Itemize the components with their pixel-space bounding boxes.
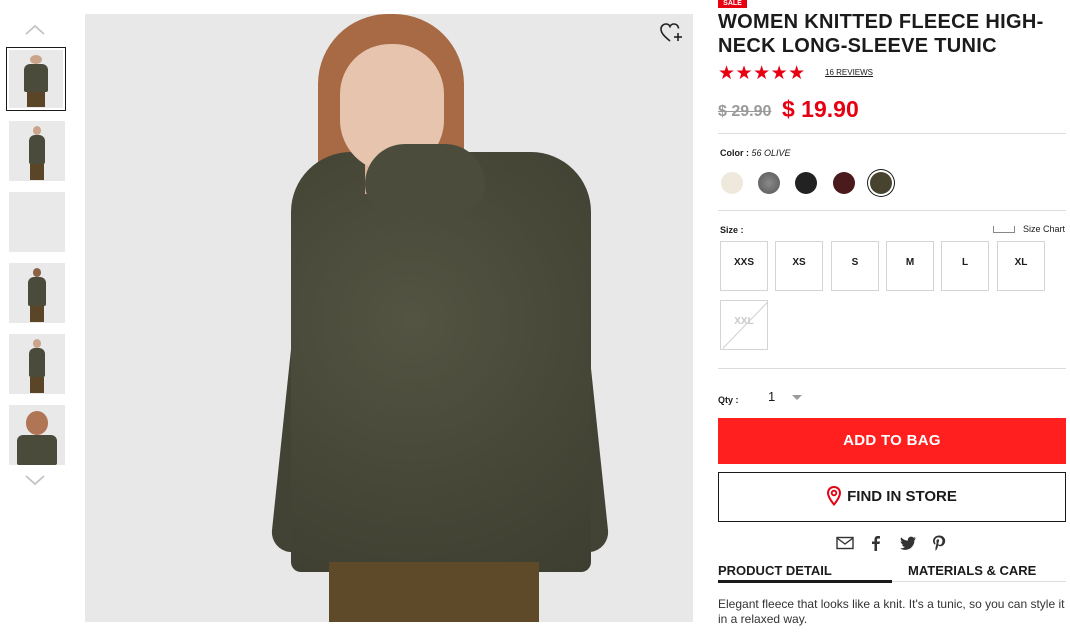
color-swatch-off-white[interactable] [721,172,743,194]
mail-share-button[interactable] [836,534,854,552]
color-swatch-gray[interactable] [758,172,780,194]
size-label: Size : [720,225,744,235]
quantity-select[interactable]: 1 [768,389,775,404]
size-xxl-button[interactable]: XXL [720,300,768,350]
mail-icon [836,536,854,550]
thumbnail-3[interactable] [9,192,65,252]
heart-plus-icon [660,23,682,42]
pinterest-icon [933,535,946,551]
product-title: WOMEN KNITTED FLEECE HIGH-NECK LONG-SLEE… [718,11,1044,57]
original-price: $ 29.90 [718,103,772,120]
find-in-store-label: FIND IN STORE [847,488,957,505]
location-pin-icon [827,485,842,506]
thumbnail-6[interactable] [9,405,65,465]
color-swatch-black[interactable] [795,172,817,194]
chevron-down-icon [25,475,45,486]
divider [718,368,1066,369]
divider [718,210,1066,211]
tab-materials-care[interactable]: MATERIALS & CARE [908,563,1036,578]
twitter-share-button[interactable] [899,534,917,552]
add-to-bag-button[interactable]: ADD TO BAG [718,418,1066,464]
size-l-button[interactable]: L [941,241,989,291]
chevron-up-icon [25,24,45,35]
size-m-button[interactable]: M [886,241,934,291]
main-product-image[interactable] [85,14,693,622]
color-swatch-wine[interactable] [833,172,855,194]
sale-badge: SALE [718,0,747,8]
tab-divider [892,581,1066,582]
twitter-icon [900,536,916,550]
size-xs-button[interactable]: XS [775,241,823,291]
sale-price: $ 19.90 [782,96,859,122]
quantity-label: Qty : [718,395,739,405]
active-tab-indicator [718,580,892,583]
color-label: Color : 56 OLIVE [720,148,791,158]
selected-color: 56 OLIVE [751,148,791,158]
wishlist-button[interactable] [660,22,684,44]
thumbnail-1[interactable] [6,47,66,111]
thumbnail-2[interactable] [9,121,65,181]
find-in-store-button[interactable]: FIND IN STORE [718,472,1066,522]
size-chart-link[interactable]: Size Chart [1023,224,1065,234]
product-description: Elegant fleece that looks like a knit. I… [718,597,1065,626]
gallery-down-button[interactable] [24,474,46,488]
size-s-button[interactable]: S [831,241,879,291]
color-swatch-olive[interactable] [870,172,892,194]
facebook-share-button[interactable] [867,534,885,552]
thumbnail-4[interactable] [9,263,65,323]
size-xl-button[interactable]: XL [997,241,1045,291]
tab-product-detail[interactable]: PRODUCT DETAIL [718,563,832,578]
pinterest-share-button[interactable] [930,534,948,552]
facebook-icon [872,536,880,551]
thumbnail-5[interactable] [9,334,65,394]
reviews-link[interactable]: 16 REVIEWS [825,68,873,77]
size-xxs-button[interactable]: XXS [720,241,768,291]
divider [718,133,1066,134]
rating-stars: ★★★★★ [718,63,806,84]
caret-down-icon[interactable] [792,395,802,400]
unavailable-slash [722,302,767,349]
ruler-icon [993,226,1015,233]
gallery-up-button[interactable] [24,22,46,36]
